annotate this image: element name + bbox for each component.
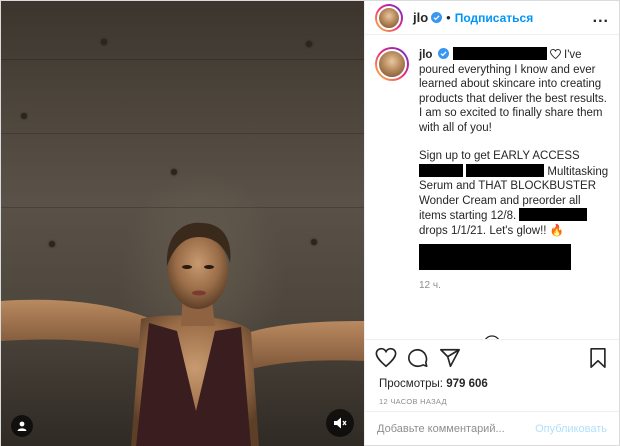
avatar[interactable]	[375, 3, 403, 32]
tagged-user-icon[interactable]	[11, 415, 33, 437]
publish-button[interactable]: Опубликовать	[535, 423, 607, 435]
heart-emoji-icon	[549, 48, 561, 60]
caption-text: jlo I've poured everything I know and ev…	[419, 47, 609, 270]
views-value: 979 606	[446, 378, 488, 390]
comment-input[interactable]	[377, 422, 536, 435]
comment-form: Опубликовать	[365, 411, 619, 445]
add-circle-icon[interactable]	[483, 335, 501, 339]
caption-text-2c: drops 1/1/21. Let's glow!!	[419, 224, 547, 237]
follow-button[interactable]: Подписаться	[455, 11, 533, 25]
username-link[interactable]: jlo	[413, 10, 428, 25]
redaction-box	[419, 244, 571, 270]
redaction-box	[419, 163, 463, 177]
avatar[interactable]	[375, 47, 409, 81]
caption-time[interactable]: 12 ч.	[419, 280, 609, 291]
post-timestamp[interactable]: 12 ЧАСОВ НАЗАД	[365, 393, 619, 411]
share-icon[interactable]	[439, 347, 461, 369]
post-header: jlo • Подписаться ...	[365, 1, 619, 35]
sound-off-icon[interactable]	[326, 409, 354, 437]
caption-text-2a: Sign up to get EARLY ACCESS	[419, 150, 580, 162]
views-label: Просмотры:	[379, 378, 443, 390]
more-options-icon[interactable]: ...	[593, 9, 609, 27]
caption-username[interactable]: jlo	[419, 49, 432, 61]
fire-emoji: 🔥	[549, 224, 565, 237]
redaction-box	[466, 163, 545, 177]
action-bar	[365, 339, 619, 375]
instagram-post: jlo • Подписаться ... jlo I've poured ev…	[0, 0, 620, 446]
post-video[interactable]	[1, 1, 364, 446]
comment-icon[interactable]	[407, 347, 429, 369]
caption: jlo I've poured everything I know and ev…	[375, 47, 609, 270]
bookmark-icon[interactable]	[587, 347, 609, 369]
redaction-box	[519, 208, 588, 221]
heart-icon[interactable]	[375, 347, 397, 369]
caption-text-1: I've poured everything I know and ever l…	[419, 49, 607, 134]
comments-area: jlo I've poured everything I know and ev…	[365, 35, 619, 339]
verified-badge-icon	[431, 12, 443, 23]
post-side-panel: jlo • Подписаться ... jlo I've poured ev…	[364, 1, 619, 445]
verified-badge-icon	[438, 48, 450, 59]
views-count[interactable]: Просмотры: 979 606	[365, 375, 619, 393]
separator-dot: •	[446, 10, 451, 25]
person-figure	[1, 222, 364, 446]
redaction-box	[452, 47, 547, 60]
caption-paragraph-2: Sign up to get EARLY ACCESS Multitasking…	[419, 149, 609, 238]
